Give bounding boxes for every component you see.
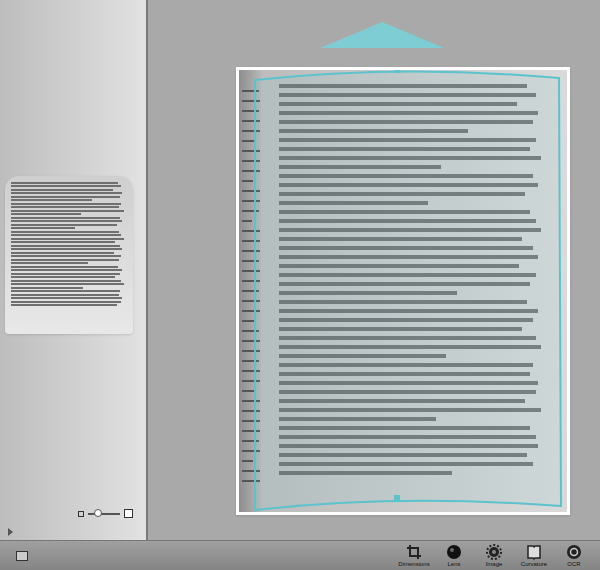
page-text-image: [11, 182, 127, 307]
bookmark-icon: [526, 544, 542, 560]
ocr-icon: [566, 544, 582, 560]
expand-toggle-icon[interactable]: [8, 528, 13, 536]
curvature-overlay[interactable]: [239, 70, 567, 512]
sidebar-toggle-icon[interactable]: [16, 551, 28, 561]
canvas: [148, 0, 600, 540]
zoom-slider[interactable]: [88, 513, 120, 515]
workspace: [0, 0, 600, 540]
small-thumbnail-icon: [78, 511, 84, 517]
large-thumbnail-icon: [124, 509, 133, 518]
crop-icon: [406, 544, 422, 560]
toolbar-button[interactable]: Dimensions: [396, 544, 432, 568]
toolbar-button[interactable]: Curvature: [516, 544, 552, 568]
bottom-toolbar: DimensionsLensImageCurvatureOCR: [0, 540, 600, 570]
toolbar-button[interactable]: Lens: [436, 544, 472, 568]
toolbar-button[interactable]: OCR: [556, 544, 592, 568]
gear-icon: [486, 544, 502, 560]
thumbnail-sidebar: [0, 0, 148, 540]
page-thumbnail[interactable]: [5, 176, 133, 334]
toolbar-button[interactable]: Image: [476, 544, 512, 568]
lens-icon: [446, 544, 462, 560]
app-window: DimensionsLensImageCurvatureOCR: [0, 0, 600, 570]
page-photo: [236, 67, 570, 515]
zoom-row: [0, 509, 146, 528]
drag-up-arrow-icon[interactable]: [320, 22, 444, 48]
